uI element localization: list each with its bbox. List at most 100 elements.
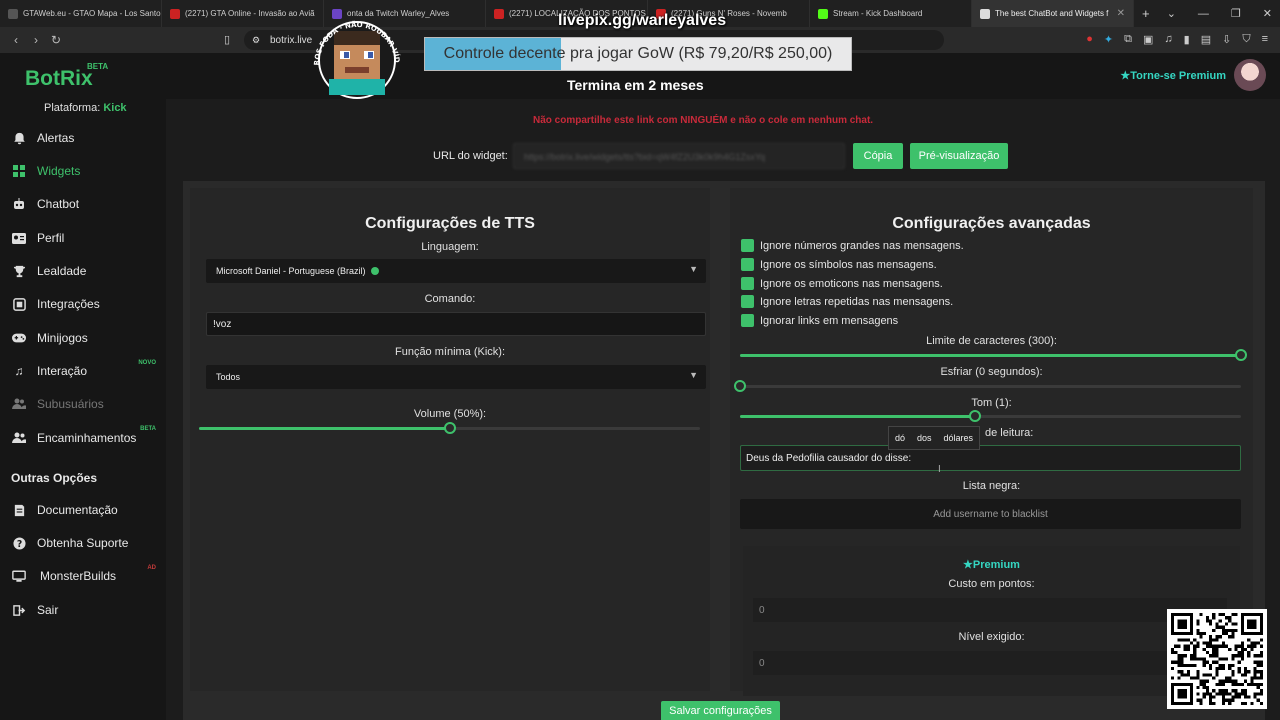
sidebar-item-label: Minijogos <box>37 331 88 345</box>
widget-url-field[interactable]: https://botrix.live/widgets/tts?bid=qW4f… <box>513 143 845 169</box>
close-icon[interactable]: ✕ <box>1263 7 1272 20</box>
bookmark-icon[interactable]: ▯ <box>224 33 230 46</box>
min-role-label: Função mínima (Kick): <box>394 346 506 358</box>
checkbox-ignore-emoticons[interactable]: Ignore os emoticons nas mensagens. <box>741 277 943 290</box>
sidebar-item-profile[interactable]: Perfil <box>0 223 166 253</box>
sidebar-item-label: Lealdade <box>37 264 87 278</box>
botrix-icon <box>980 8 990 19</box>
premium-link-label: Torne-se Premium <box>1130 70 1226 82</box>
shield-icon[interactable]: ⛉ <box>1242 33 1250 46</box>
botrix-logo[interactable]: BotRix <box>25 67 93 91</box>
browser-tab[interactable]: GTAWeb.eu - GTAO Mapa - Los Santo <box>0 0 162 27</box>
sidebar-item-widgets[interactable]: Widgets <box>0 156 166 186</box>
checkbox-ignore-symbols[interactable]: Ignore os símbolos nas mensagens. <box>741 258 937 271</box>
restore-icon[interactable]: ❐ <box>1231 7 1241 20</box>
suggestion-item[interactable]: dó <box>889 433 911 443</box>
premium-title: ★Premium <box>963 559 1020 571</box>
wallet-icon[interactable]: ▤ <box>1201 33 1211 46</box>
reload-icon[interactable]: ↻ <box>46 33 66 47</box>
checkbox[interactable] <box>741 258 754 271</box>
slider-thumb[interactable] <box>1235 349 1247 361</box>
tab-favicon <box>8 8 18 19</box>
extension-icon[interactable]: ✦ <box>1104 33 1113 46</box>
language-select[interactable]: Microsoft Daniel - Portuguese (Brazil) ▼ <box>206 259 706 283</box>
sidebar-item-alerts[interactable]: Alertas <box>0 123 166 153</box>
extension-icon[interactable]: ● <box>1086 33 1093 46</box>
suggestion-item[interactable]: dos <box>911 433 938 443</box>
browser-tab-active[interactable]: The best ChatBot and Widgets f ✕ <box>972 0 1134 27</box>
checkbox[interactable] <box>741 239 754 252</box>
copy-button[interactable]: Cópia <box>853 143 903 169</box>
language-value: Microsoft Daniel - Portuguese (Brazil) <box>216 266 366 276</box>
media-icon[interactable]: ♫ <box>1164 33 1172 46</box>
sidebar-item-interaction[interactable]: ♫ Interação NOVO <box>0 356 166 386</box>
avatar[interactable] <box>1234 59 1266 91</box>
read-format-input[interactable]: Deus da Pedofilia causador do disse: <box>740 445 1241 471</box>
qr-code <box>1167 609 1267 709</box>
tab-title: GTAWeb.eu - GTAO Mapa - Los Santo <box>23 9 161 18</box>
sidebar-item-documentation[interactable]: Documentação <box>0 495 166 525</box>
slider-thumb[interactable] <box>969 410 982 422</box>
minimize-icon[interactable]: — <box>1198 8 1209 20</box>
checkbox-ignore-repeated-letters[interactable]: Ignore letras repetidas nas mensagens. <box>741 295 953 308</box>
checkbox[interactable] <box>741 295 754 308</box>
min-role-select[interactable]: Todos ▼ <box>206 365 706 389</box>
tone-slider[interactable] <box>740 410 1241 422</box>
sidebar-item-monsterbuilds[interactable]: MonsterBuilds AD <box>0 561 166 591</box>
become-premium-link[interactable]: ★Torne-se Premium <box>1120 69 1226 82</box>
sidebar-item-forwarding[interactable]: Encaminhamentos BETA <box>0 423 166 453</box>
slider-thumb[interactable] <box>734 380 746 392</box>
grid-icon <box>12 164 26 178</box>
download-icon[interactable]: ⇩ <box>1222 33 1231 46</box>
points-cost-input[interactable]: 0 <box>753 598 1227 622</box>
sidebar-item-loyalty[interactable]: Lealdade <box>0 256 166 286</box>
sidebar-item-integrations[interactable]: Integrações <box>0 289 166 319</box>
save-settings-button[interactable]: Salvar configurações <box>661 701 780 720</box>
preview-button[interactable]: Pré-visualização <box>910 143 1008 169</box>
sidebar-item-support[interactable]: ? Obtenha Suporte <box>0 528 166 558</box>
sidebar-item-label: MonsterBuilds <box>40 569 117 583</box>
screenshot-icon[interactable]: ▣ <box>1143 33 1153 46</box>
sidebar-item-subusers[interactable]: Subusuários <box>0 389 166 419</box>
sidebar-item-label: Integrações <box>37 297 100 311</box>
cooldown-slider[interactable] <box>734 380 1241 392</box>
blacklist-label: Lista negra: <box>962 480 1021 492</box>
checkbox[interactable] <box>741 277 754 290</box>
blacklist-input[interactable]: Add username to blacklist <box>740 499 1241 529</box>
back-icon[interactable]: ‹ <box>6 33 26 47</box>
premium-section: ★Premium Custo em pontos: 0 Nível exigid… <box>743 546 1240 696</box>
slider-thumb[interactable] <box>443 422 456 434</box>
menu-icon[interactable]: ≡ <box>1262 33 1268 46</box>
chevron-down-icon[interactable]: ⌄ <box>1167 7 1176 20</box>
sidebar-item-chatbot[interactable]: Chatbot <box>0 189 166 219</box>
tone-label: Tom (1): <box>971 397 1012 409</box>
monitor-icon <box>12 569 26 583</box>
suggestion-item[interactable]: dólares <box>938 433 980 443</box>
sidebar-item-logout[interactable]: Sair <box>0 595 166 625</box>
char-limit-slider[interactable] <box>740 349 1247 361</box>
extension-icon[interactable]: ⧉ <box>1124 33 1132 46</box>
ad-badge: AD <box>147 565 156 571</box>
forward-icon[interactable]: › <box>26 33 46 47</box>
site-info-icon[interactable]: ⚙ <box>252 35 260 46</box>
autocomplete-suggestions: dó dos dólares <box>888 426 981 450</box>
command-input[interactable]: !voz <box>206 312 706 336</box>
sidebar-item-minigames[interactable]: Minijogos <box>0 323 166 353</box>
required-level-input[interactable]: 0 <box>753 651 1227 675</box>
volume-slider[interactable] <box>199 422 700 434</box>
browser-tab[interactable]: Stream - Kick Dashboard <box>810 0 972 27</box>
checkbox[interactable] <box>741 314 754 327</box>
sidebar-icon[interactable]: ▮ <box>1184 33 1190 46</box>
checkbox-ignore-links[interactable]: Ignorar links em mensagens <box>741 314 898 327</box>
settings-container: Configurações de TTS Linguagem: Microsof… <box>183 181 1265 720</box>
new-tab-button[interactable]: + <box>1134 0 1156 27</box>
star-icon: ★ <box>963 559 973 571</box>
panel-title: Configurações de TTS <box>365 215 535 232</box>
close-tab-icon[interactable]: ✕ <box>1117 8 1125 19</box>
checkbox-ignore-big-numbers[interactable]: Ignore números grandes nas mensagens. <box>741 239 964 252</box>
browser-tab[interactable]: (2271) GTA Online - Invasão ao Aviã <box>162 0 324 27</box>
command-label: Comando: <box>424 293 476 305</box>
panel-title: Configurações avançadas <box>892 215 1091 232</box>
id-card-icon <box>12 231 26 245</box>
svg-text:?: ? <box>16 538 21 549</box>
